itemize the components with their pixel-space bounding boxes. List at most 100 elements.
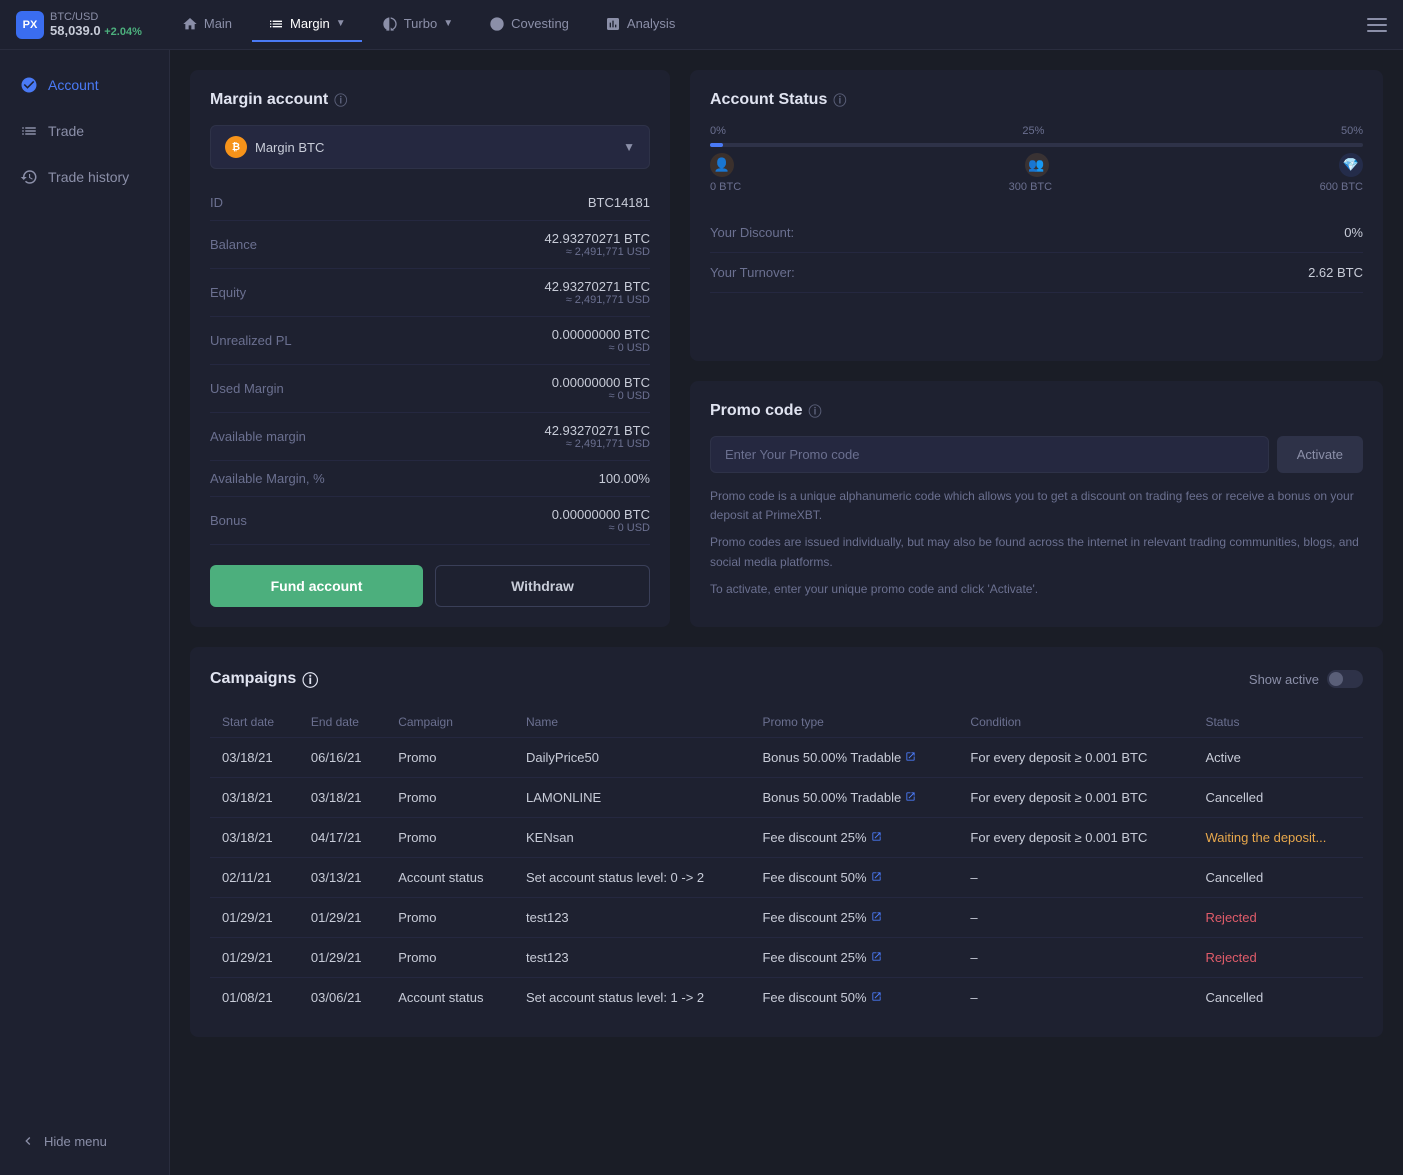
- cell-campaign: Promo: [386, 778, 514, 818]
- nav-right: [1367, 18, 1387, 32]
- nav-items: Main Margin ▼ Turbo ▼ Covesting Analysis: [166, 8, 1367, 42]
- field-used-margin: Used Margin 0.00000000 BTC ≈ 0 USD: [210, 365, 650, 413]
- nav-analysis[interactable]: Analysis: [589, 8, 691, 42]
- progress-amount-0: 0 BTC: [710, 181, 741, 193]
- cell-end: 01/29/21: [299, 898, 386, 938]
- cell-condition: –: [958, 978, 1193, 1018]
- col-status: Status: [1193, 707, 1363, 738]
- show-active-toggle[interactable]: Show active: [1249, 670, 1363, 688]
- progress-bar-section: 0% 25% 50% 👤 👥: [710, 125, 1363, 193]
- cell-condition: –: [958, 858, 1193, 898]
- campaigns-section: Campaigns ⓘ Show active Start date End d…: [190, 647, 1383, 1037]
- progress-icon-level1: 👥: [1025, 153, 1049, 177]
- margin-chevron-icon: ▼: [336, 18, 346, 29]
- cell-promo-type: Fee discount 25%: [750, 818, 958, 858]
- field-available-margin: Available margin 42.93270271 BTC ≈ 2,491…: [210, 413, 650, 461]
- campaigns-header: Campaigns ⓘ Show active: [210, 667, 1363, 691]
- sidebar-item-trade[interactable]: Trade: [0, 108, 169, 154]
- promo-input-row: Activate: [710, 436, 1363, 473]
- cell-status: Rejected: [1193, 938, 1363, 978]
- nav-main[interactable]: Main: [166, 8, 248, 42]
- account-selector-chevron-icon: ▼: [623, 140, 635, 154]
- field-equity: Equity 42.93270271 BTC ≈ 2,491,771 USD: [210, 269, 650, 317]
- cell-start: 01/29/21: [210, 938, 299, 978]
- table-row: 03/18/21 04/17/21 Promo KENsan Fee disco…: [210, 818, 1363, 858]
- campaigns-table: Start date End date Campaign Name Promo …: [210, 707, 1363, 1017]
- show-active-toggle-switch[interactable]: [1327, 670, 1363, 688]
- cell-campaign: Promo: [386, 938, 514, 978]
- btc-price: 58,039.0 +2.04%: [50, 23, 142, 38]
- promo-code-info-icon[interactable]: ⓘ: [808, 401, 821, 420]
- cell-start: 02/11/21: [210, 858, 299, 898]
- field-balance: Balance 42.93270271 BTC ≈ 2,491,771 USD: [210, 221, 650, 269]
- account-status-info-icon[interactable]: ⓘ: [833, 90, 846, 109]
- margin-account-info-icon[interactable]: ⓘ: [334, 90, 347, 109]
- logo[interactable]: PX BTC/USD 58,039.0 +2.04%: [16, 11, 142, 39]
- cell-start: 03/18/21: [210, 778, 299, 818]
- cell-name: DailyPrice50: [514, 738, 750, 778]
- discount-row: Your Discount: 0%: [710, 213, 1363, 253]
- cell-status: Cancelled: [1193, 858, 1363, 898]
- table-row: 03/18/21 03/18/21 Promo LAMONLINE Bonus …: [210, 778, 1363, 818]
- cell-end: 01/29/21: [299, 938, 386, 978]
- field-unrealized: Unrealized PL 0.00000000 BTC ≈ 0 USD: [210, 317, 650, 365]
- cell-name: Set account status level: 0 -> 2: [514, 858, 750, 898]
- cell-name: test123: [514, 898, 750, 938]
- level1-icon: 👥: [1025, 153, 1049, 177]
- field-bonus: Bonus 0.00000000 BTC ≈ 0 USD: [210, 497, 650, 545]
- cell-end: 06/16/21: [299, 738, 386, 778]
- level2-icon: 💎: [1339, 153, 1363, 177]
- cell-promo-type: Fee discount 25%: [750, 898, 958, 938]
- col-name: Name: [514, 707, 750, 738]
- activate-button[interactable]: Activate: [1277, 436, 1363, 473]
- sidebar: Account Trade Trade history Hide menu: [0, 50, 170, 1175]
- cell-condition: For every deposit ≥ 0.001 BTC: [958, 738, 1193, 778]
- progress-track: [710, 143, 1363, 147]
- level0-icon: 👤: [710, 153, 734, 177]
- cell-promo-type: Fee discount 50%: [750, 978, 958, 1018]
- top-navigation: PX BTC/USD 58,039.0 +2.04% Main Margin ▼: [0, 0, 1403, 50]
- table-header-row: Start date End date Campaign Name Promo …: [210, 707, 1363, 738]
- hamburger-icon[interactable]: [1367, 18, 1387, 32]
- cell-condition: –: [958, 938, 1193, 978]
- campaigns-info-icon[interactable]: ⓘ: [302, 667, 318, 691]
- field-available-margin-pct: Available Margin, % 100.00%: [210, 461, 650, 497]
- cell-condition: For every deposit ≥ 0.001 BTC: [958, 778, 1193, 818]
- progress-amount-300: 300 BTC: [1009, 181, 1052, 193]
- nav-turbo[interactable]: Turbo ▼: [366, 8, 469, 42]
- sidebar-item-trade-history[interactable]: Trade history: [0, 154, 169, 200]
- cell-end: 03/06/21: [299, 978, 386, 1018]
- progress-label-50pct: 50%: [1341, 125, 1363, 137]
- cell-status: Cancelled: [1193, 978, 1363, 1018]
- margin-account-title: Margin account: [210, 91, 328, 109]
- cell-end: 03/13/21: [299, 858, 386, 898]
- cell-campaign: Promo: [386, 898, 514, 938]
- cell-status: Rejected: [1193, 898, 1363, 938]
- btc-info: BTC/USD 58,039.0 +2.04%: [50, 11, 142, 38]
- fund-account-button[interactable]: Fund account: [210, 565, 423, 607]
- nav-margin[interactable]: Margin ▼: [252, 8, 362, 42]
- cell-promo-type: Bonus 50.00% Tradable: [750, 778, 958, 818]
- col-end-date: End date: [299, 707, 386, 738]
- progress-label-25pct: 25%: [1022, 125, 1044, 137]
- hide-menu-button[interactable]: Hide menu: [0, 1119, 169, 1163]
- progress-fill: [710, 143, 723, 147]
- promo-code-title: Promo code: [710, 402, 802, 420]
- nav-covesting[interactable]: Covesting: [473, 8, 585, 42]
- account-selector-label: Margin BTC: [255, 140, 324, 155]
- campaigns-title: Campaigns ⓘ: [210, 667, 318, 691]
- turnover-row: Your Turnover: 2.62 BTC: [710, 253, 1363, 293]
- account-selector[interactable]: ₿ Margin BTC ▼: [210, 125, 650, 169]
- cell-promo-type: Fee discount 25%: [750, 938, 958, 978]
- col-start-date: Start date: [210, 707, 299, 738]
- cell-status: Active: [1193, 738, 1363, 778]
- promo-code-input[interactable]: [710, 436, 1269, 473]
- table-row: 02/11/21 03/13/21 Account status Set acc…: [210, 858, 1363, 898]
- sidebar-item-trade-history-label: Trade history: [48, 169, 129, 185]
- sidebar-item-account[interactable]: Account: [0, 62, 169, 108]
- table-row: 01/29/21 01/29/21 Promo test123 Fee disc…: [210, 938, 1363, 978]
- btc-change: +2.04%: [104, 26, 142, 38]
- promo-description: Promo code is a unique alphanumeric code…: [710, 487, 1363, 599]
- cell-start: 01/29/21: [210, 898, 299, 938]
- withdraw-button[interactable]: Withdraw: [435, 565, 650, 607]
